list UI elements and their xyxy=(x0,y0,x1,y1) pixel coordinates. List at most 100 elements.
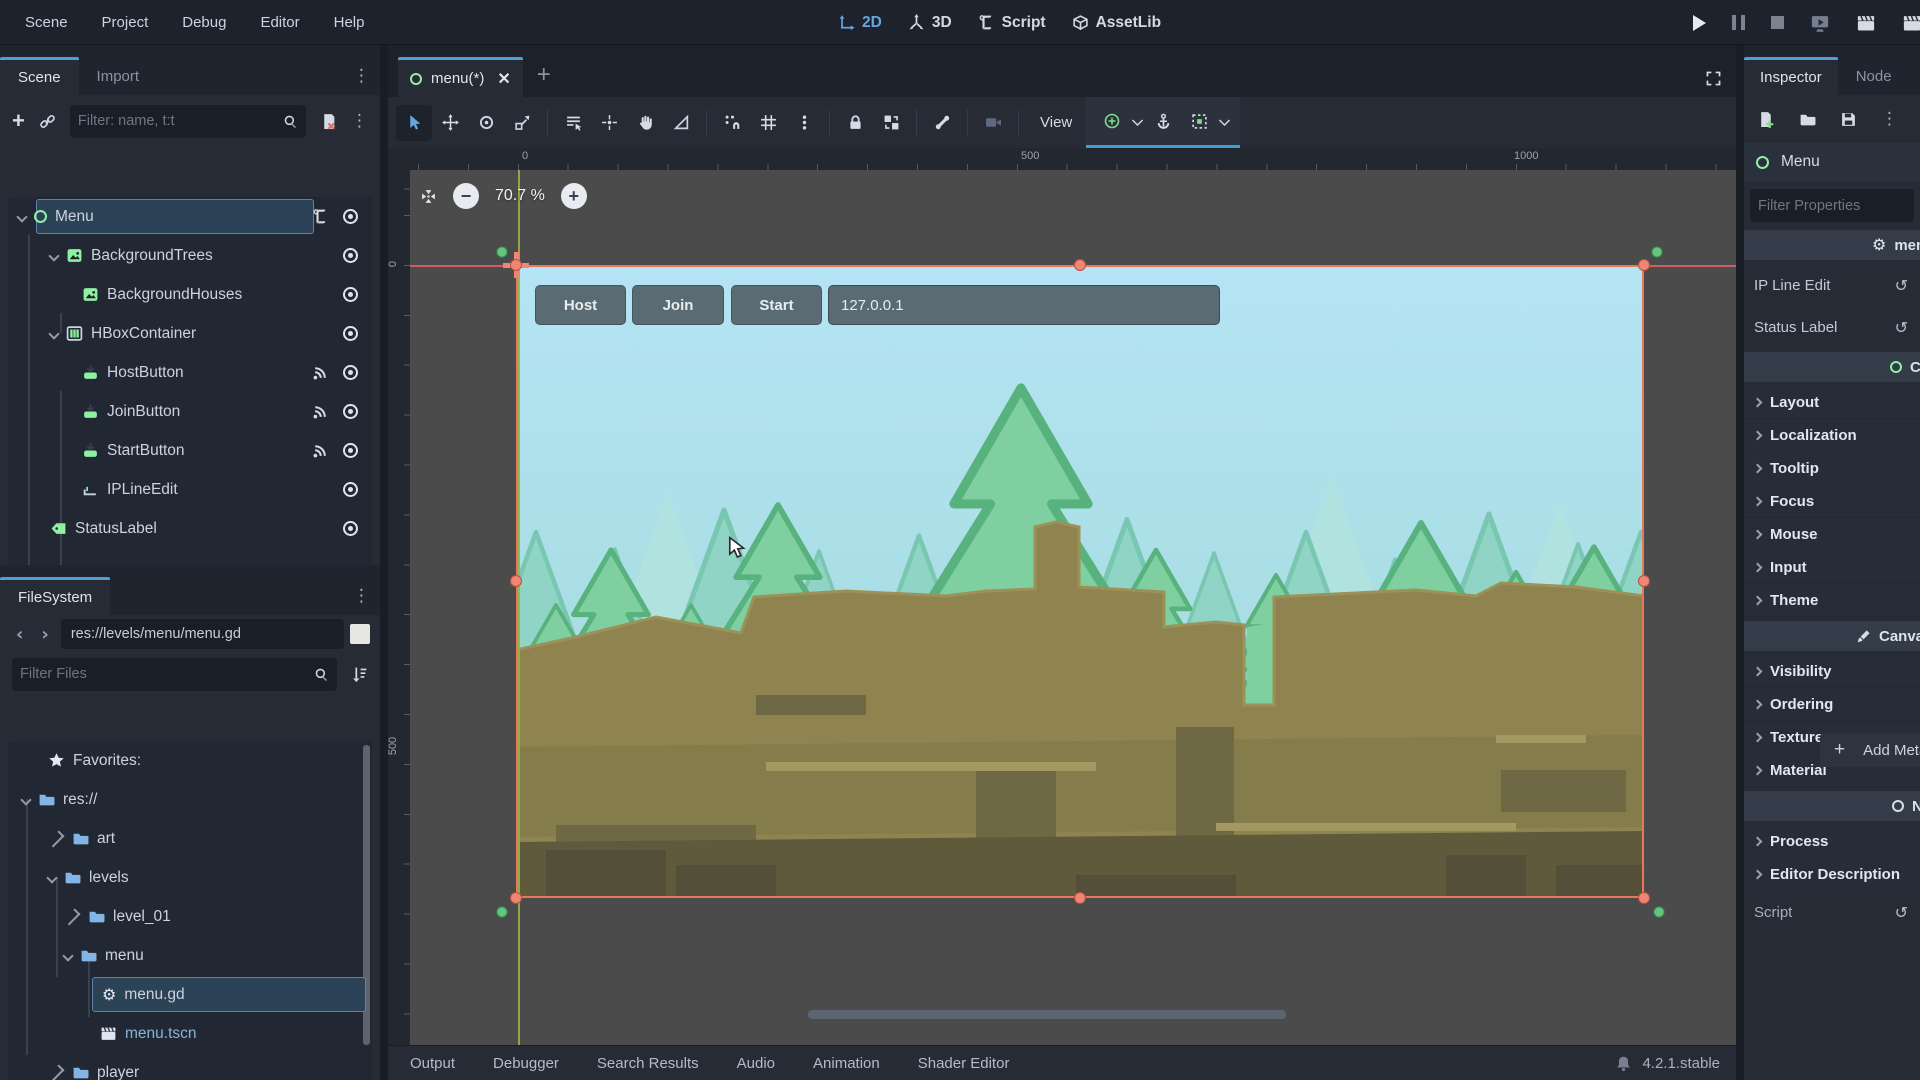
snap-options-button[interactable] xyxy=(786,105,822,141)
group-selected-button[interactable] xyxy=(873,105,909,141)
resize-handle-l[interactable] xyxy=(510,575,522,587)
bottom-shader-editor-button[interactable]: Shader Editor xyxy=(918,1055,1010,1072)
expand-chevron[interactable] xyxy=(48,830,65,847)
left-splitter[interactable] xyxy=(380,45,388,1080)
scene-dock-menu-icon[interactable]: ⋮ xyxy=(353,68,370,85)
resize-handle-r[interactable] xyxy=(1638,575,1650,587)
canvas-world[interactable]: Host Join Start 127.0.0.1 xyxy=(410,170,1736,1045)
split-mode-toggle[interactable] xyxy=(350,624,370,644)
pan-mode-button[interactable] xyxy=(627,105,663,141)
property-script[interactable]: Script ↺ xyxy=(1744,891,1920,933)
load-resource-folder-icon[interactable] xyxy=(1799,111,1816,128)
section-mouse[interactable]: Mouse xyxy=(1744,518,1920,551)
tab-filesystem-dock[interactable]: FileSystem xyxy=(0,577,110,615)
resize-handle-tl[interactable] xyxy=(510,259,522,271)
section-ordering[interactable]: Ordering xyxy=(1744,688,1920,721)
revert-icon[interactable]: ↺ xyxy=(1895,318,1910,337)
scene-tree-row-statuslabel[interactable]: StatusLabel xyxy=(8,509,372,548)
filesystem-row-favorites[interactable]: Favorites: xyxy=(8,741,372,780)
section-layout[interactable]: Layout xyxy=(1744,386,1920,419)
save-icon[interactable] xyxy=(1840,111,1857,128)
rotate-mode-button[interactable] xyxy=(468,105,504,141)
collapse-chevron[interactable] xyxy=(46,872,57,883)
attached-script-icon[interactable] xyxy=(312,208,329,225)
container-sizing-button[interactable] xyxy=(1181,103,1217,139)
scene-tree-row-hboxcontainer[interactable]: HBoxContainer xyxy=(8,314,372,353)
current-path-input[interactable] xyxy=(71,626,334,642)
tab-import-dock[interactable]: Import xyxy=(79,57,158,95)
ruler-mode-button[interactable] xyxy=(663,105,699,141)
property-ip-line-edit[interactable]: IP Line Edit ↺ xyxy=(1744,264,1920,306)
property-status-label[interactable]: Status Label ↺ xyxy=(1744,306,1920,348)
property-filter-input[interactable] xyxy=(1758,198,1906,214)
section-focus[interactable]: Focus xyxy=(1744,485,1920,518)
bottom-search-results-button[interactable]: Search Results xyxy=(597,1055,699,1072)
zoom-out-button[interactable]: − xyxy=(453,183,479,209)
select-mode-button[interactable] xyxy=(396,105,432,141)
scene-tree-row-hostbutton[interactable]: HostButton xyxy=(8,353,372,392)
add-node-button[interactable]: + xyxy=(12,110,25,132)
visibility-eye-icon[interactable] xyxy=(343,521,358,536)
filesystem-row-art[interactable]: art xyxy=(8,819,372,858)
scene-tree-row-startbutton[interactable]: StartButton xyxy=(8,431,372,470)
menu-scene[interactable]: Scene xyxy=(8,0,85,45)
tab-2d[interactable]: 2D xyxy=(838,14,882,32)
view-menu[interactable]: View xyxy=(1026,114,1086,131)
menu-debug[interactable]: Debug xyxy=(165,0,243,45)
filesystem-row-menu-folder[interactable]: menu xyxy=(8,936,372,975)
menu-editor[interactable]: Editor xyxy=(243,0,316,45)
scene-tree-row-menu[interactable]: Menu xyxy=(8,197,372,236)
tab-scene-dock[interactable]: Scene xyxy=(0,57,79,95)
anchor-preset-button[interactable] xyxy=(1094,103,1130,139)
pivot-mode-button[interactable] xyxy=(591,105,627,141)
section-process[interactable]: Process xyxy=(1744,825,1920,858)
signal-connection-icon[interactable] xyxy=(312,442,329,459)
menu-help[interactable]: Help xyxy=(317,0,382,45)
tab-script[interactable]: Script xyxy=(978,14,1046,32)
expand-chevron[interactable] xyxy=(64,908,81,925)
play-scene-icon[interactable] xyxy=(1856,13,1876,33)
stop-icon[interactable] xyxy=(1771,16,1784,29)
filesystem-row-menu-gd[interactable]: ⚙ menu.gd xyxy=(8,975,372,1014)
play-icon[interactable] xyxy=(1693,15,1706,31)
file-filter-input[interactable] xyxy=(20,666,314,682)
section-tooltip[interactable]: Tooltip xyxy=(1744,452,1920,485)
close-tab-icon[interactable]: ✕ xyxy=(497,69,510,89)
anchor-dot-br[interactable] xyxy=(1654,907,1665,918)
collapse-chevron[interactable] xyxy=(48,328,59,339)
visibility-eye-icon[interactable] xyxy=(343,482,358,497)
instance-scene-link-icon[interactable] xyxy=(39,113,56,130)
visibility-eye-icon[interactable] xyxy=(343,209,358,224)
anchor-dot-tl[interactable] xyxy=(497,247,508,258)
history-back-icon[interactable]: ‹ xyxy=(10,624,29,645)
visibility-eye-icon[interactable] xyxy=(343,248,358,263)
anchor-mode-button[interactable] xyxy=(1145,103,1181,139)
new-resource-icon[interactable] xyxy=(1758,111,1775,128)
signal-connection-icon[interactable] xyxy=(312,364,329,381)
scene-toolbar-menu-icon[interactable]: ⋮ xyxy=(351,113,368,130)
remote-play-icon[interactable] xyxy=(1810,13,1830,33)
resize-handle-t[interactable] xyxy=(1074,259,1086,271)
signal-connection-icon[interactable] xyxy=(312,403,329,420)
filesystem-row-level01[interactable]: level_01 xyxy=(8,897,372,936)
scene-filter-input[interactable] xyxy=(78,113,283,129)
anchor-dot-bl[interactable] xyxy=(497,907,508,918)
skeleton-options-button[interactable] xyxy=(924,105,960,141)
smart-snap-button[interactable] xyxy=(714,105,750,141)
center-view-icon[interactable] xyxy=(420,188,437,205)
grid-snap-button[interactable] xyxy=(750,105,786,141)
menu-project[interactable]: Project xyxy=(85,0,166,45)
filesystem-dock-menu-icon[interactable]: ⋮ xyxy=(353,588,370,605)
section-editor-description[interactable]: Editor Description xyxy=(1744,858,1920,891)
section-localization[interactable]: Localization xyxy=(1744,419,1920,452)
scene-tree-row-joinbutton[interactable]: JoinButton xyxy=(8,392,372,431)
lock-selected-button[interactable] xyxy=(837,105,873,141)
bottom-debugger-button[interactable]: Debugger xyxy=(493,1055,559,1072)
bottom-output-button[interactable]: Output xyxy=(410,1055,455,1072)
chevron-down-icon[interactable] xyxy=(1130,114,1145,129)
inspector-menu-icon[interactable]: ⋮ xyxy=(1881,111,1898,128)
sort-files-icon[interactable] xyxy=(351,666,368,683)
scene-tree-row-backgroundhouses[interactable]: BackgroundHouses xyxy=(8,275,372,314)
collapse-chevron[interactable] xyxy=(20,794,31,805)
revert-icon[interactable]: ↺ xyxy=(1895,276,1910,295)
